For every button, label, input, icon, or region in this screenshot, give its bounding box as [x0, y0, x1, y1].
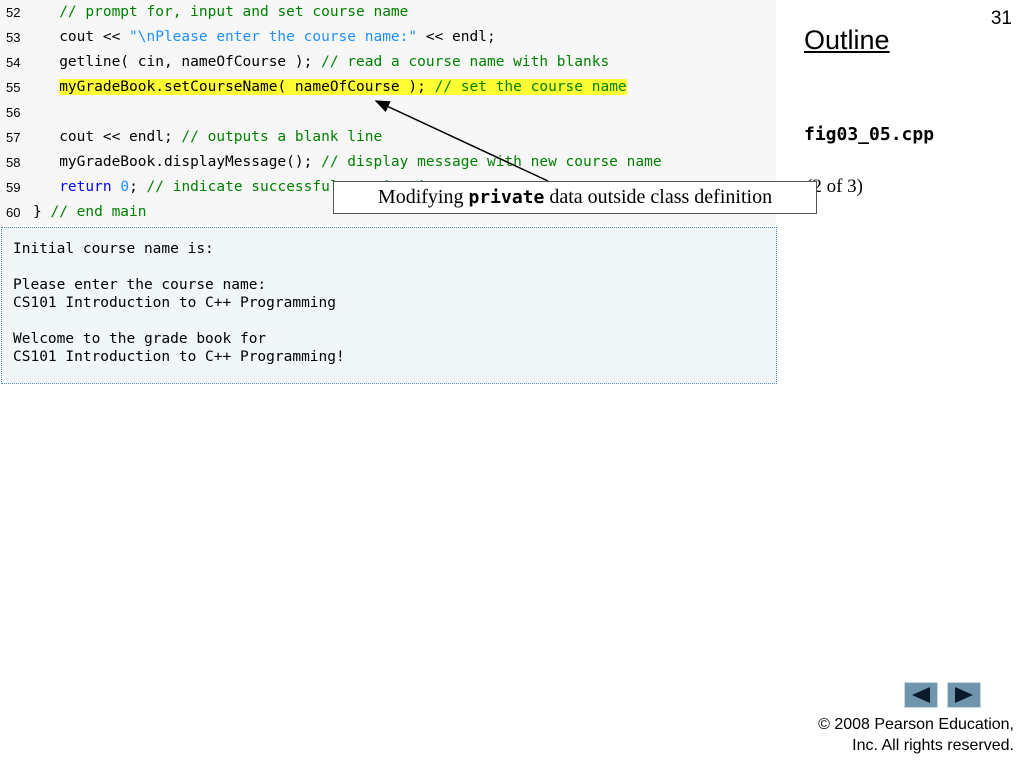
code-token: // end main: [50, 204, 147, 220]
program-output: Initial course name is: Please enter the …: [1, 227, 777, 384]
callout-prefix: Modifying: [377, 186, 469, 208]
code-token: cout <<: [33, 29, 130, 45]
code-text: cout << "\nPlease enter the course name:…: [33, 25, 496, 50]
output-line: Welcome to the grade book for: [13, 331, 267, 347]
copyright-line-2: Inc. All rights reserved.: [852, 737, 1014, 754]
code-token: 0: [120, 179, 130, 195]
page-number: 31: [990, 8, 1012, 29]
code-text: } // end main: [33, 200, 147, 225]
line-number: 59: [6, 180, 21, 195]
code-token: // set the course name: [434, 79, 627, 95]
triangle-left-icon: [912, 687, 930, 703]
code-token: myGradeBook.setCourseName( nameOfCourse …: [59, 79, 435, 95]
code-text: // prompt for, input and set course name: [33, 0, 408, 25]
code-token: // display message with new course name: [321, 154, 662, 170]
code-token: }: [33, 204, 51, 220]
code-token: ;: [129, 179, 147, 195]
output-line: CS101 Introduction to C++ Programming: [13, 295, 337, 311]
line-number: 55: [6, 80, 21, 95]
code-text: cout << endl; // outputs a blank line: [33, 125, 382, 150]
next-slide-button[interactable]: [947, 682, 981, 708]
code-token: cout << endl;: [33, 129, 182, 145]
line-number: 53: [6, 30, 21, 45]
output-line: Please enter the course name:: [13, 277, 267, 293]
code-line: 56: [0, 100, 776, 125]
line-number: 54: [6, 55, 21, 70]
code-line: 53 cout << "\nPlease enter the course na…: [0, 25, 776, 50]
triangle-right-icon: [955, 687, 973, 703]
code-token: "\nPlease enter the course name:": [129, 29, 418, 45]
code-token: // read a course name with blanks: [321, 54, 610, 70]
line-number: 56: [6, 105, 21, 120]
callout-box: Modifying private data outside class def…: [333, 181, 817, 214]
code-token: return: [59, 179, 112, 195]
code-line: 58 myGradeBook.displayMessage(); // disp…: [0, 150, 776, 175]
code-line: 54 getline( cin, nameOfCourse ); // read…: [0, 50, 776, 75]
line-number: 60: [6, 205, 21, 220]
file-name: fig03_05.cpp: [804, 124, 935, 145]
code-line: 55 myGradeBook.setCourseName( nameOfCour…: [0, 75, 776, 100]
previous-slide-button[interactable]: [904, 682, 938, 708]
copyright-notice: © 2008 Pearson Education, Inc. All right…: [818, 714, 1014, 756]
outline-link[interactable]: Outline: [804, 25, 890, 56]
callout-suffix: data outside class definition: [544, 186, 773, 208]
output-line: CS101 Introduction to C++ Programming!: [13, 349, 345, 365]
line-number: 57: [6, 130, 21, 145]
code-text: myGradeBook.setCourseName( nameOfCourse …: [33, 75, 627, 100]
code-text: getline( cin, nameOfCourse ); // read a …: [33, 50, 609, 75]
code-token: myGradeBook.displayMessage();: [33, 154, 322, 170]
code-token: getline( cin, nameOfCourse );: [33, 54, 322, 70]
code-token: << endl;: [417, 29, 496, 45]
code-line: 57 cout << endl; // outputs a blank line: [0, 125, 776, 150]
line-number: 58: [6, 155, 21, 170]
code-token: // outputs a blank line: [181, 129, 383, 145]
line-number: 52: [6, 5, 21, 20]
code-text: myGradeBook.displayMessage(); // display…: [33, 150, 662, 175]
code-line: 52 // prompt for, input and set course n…: [0, 0, 776, 25]
output-line: Initial course name is:: [13, 241, 214, 257]
copyright-line-1: © 2008 Pearson Education,: [818, 716, 1014, 733]
code-token: // prompt for, input and set course name: [59, 4, 409, 20]
callout-keyword: private: [468, 187, 545, 208]
